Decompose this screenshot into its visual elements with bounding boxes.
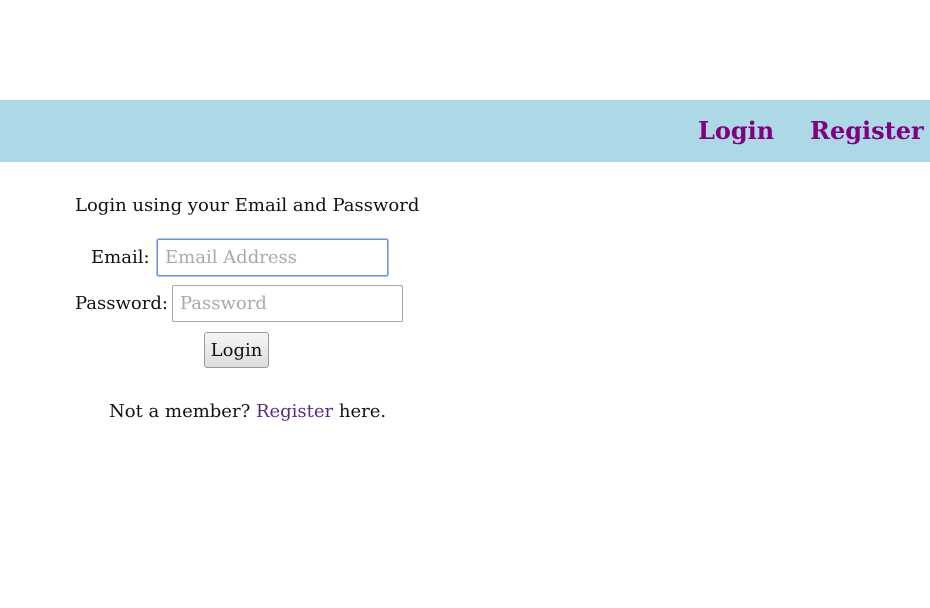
register-prompt-prefix: Not a member? — [109, 401, 256, 422]
top-navbar: Login Register — [0, 100, 930, 162]
login-button[interactable]: Login — [204, 332, 269, 368]
register-prompt: Not a member? Register here. — [109, 400, 386, 424]
password-field[interactable] — [172, 285, 403, 322]
email-label: Email: — [91, 247, 150, 268]
nav-register-link[interactable]: Register — [810, 115, 924, 147]
login-instructions: Login using your Email and Password — [75, 195, 420, 216]
email-field[interactable] — [157, 239, 388, 276]
nav-login-link[interactable]: Login — [698, 115, 774, 147]
register-prompt-suffix: here. — [333, 401, 387, 422]
register-link[interactable]: Register — [256, 401, 333, 422]
password-label: Password: — [75, 293, 168, 314]
